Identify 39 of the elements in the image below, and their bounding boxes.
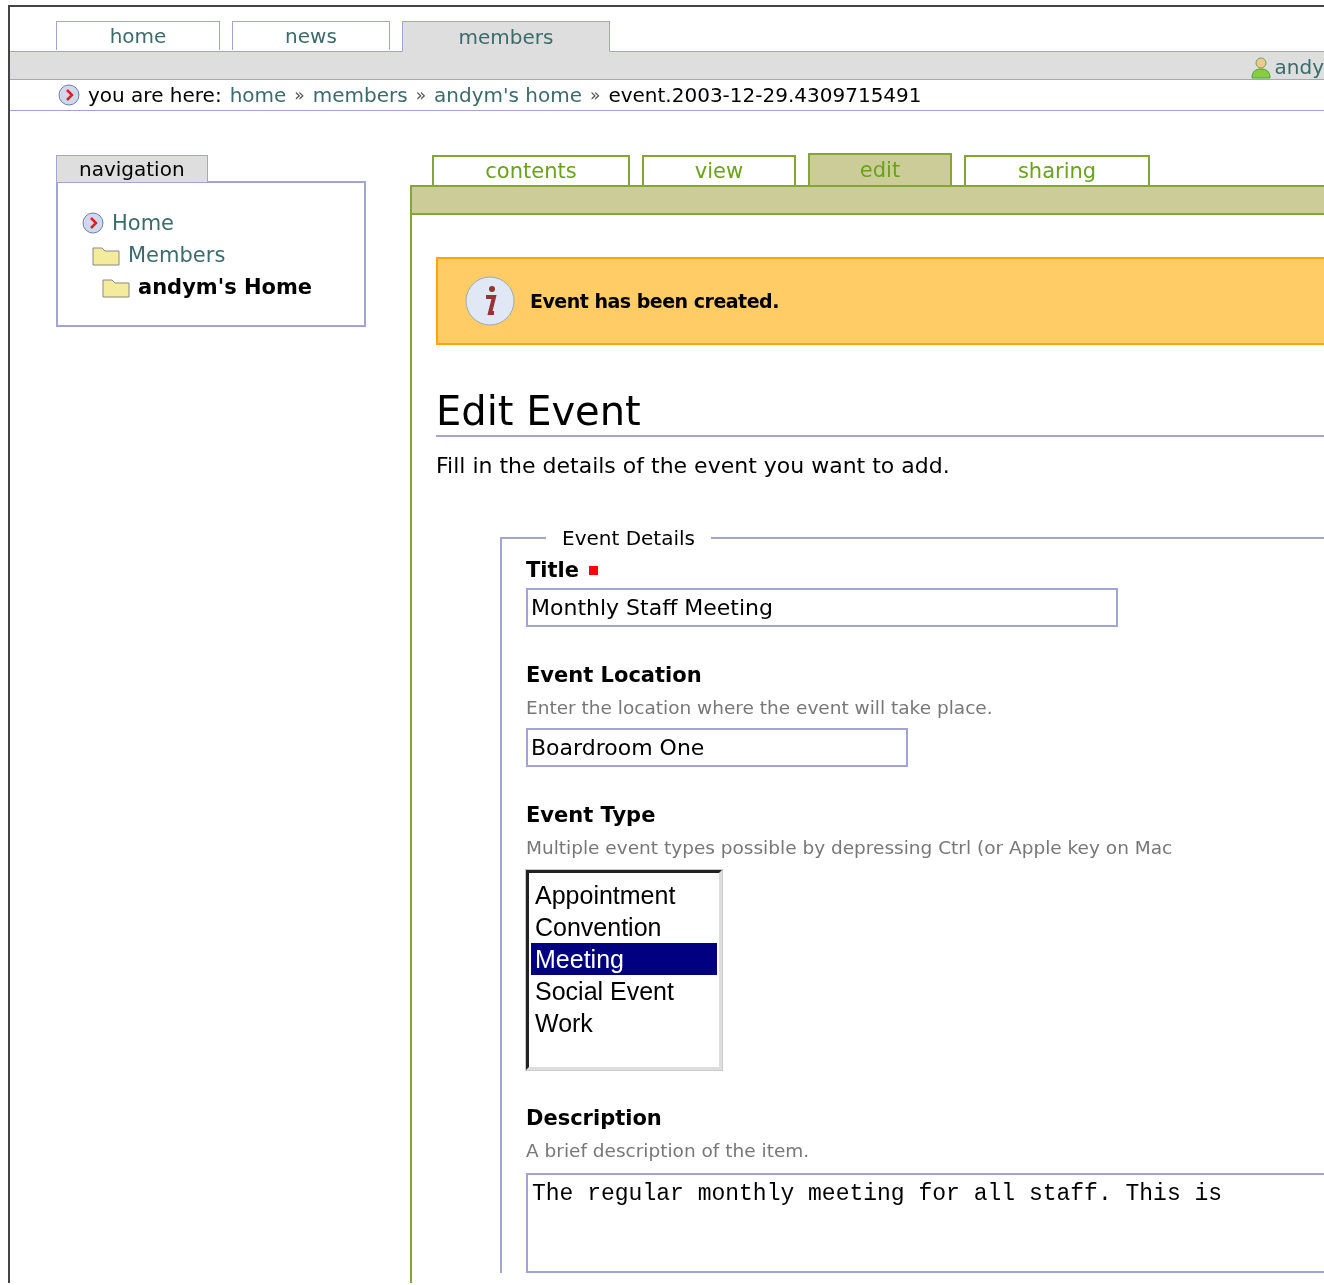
page-heading: Edit Event	[436, 389, 1324, 437]
folder-icon	[92, 244, 120, 266]
top-tab[interactable]: members	[402, 21, 610, 52]
info-icon	[464, 275, 516, 327]
message-text: Event has been created.	[530, 290, 779, 312]
text-field[interactable]: Monthly Staff Meeting	[526, 588, 1118, 627]
folder-icon	[102, 276, 130, 298]
breadcrumb-item[interactable]: members	[312, 83, 408, 107]
nav-item[interactable]: Home	[82, 207, 364, 239]
field-label: Description	[526, 1106, 663, 1130]
breadcrumb-item[interactable]: event.2003-12-29.4309715491	[608, 83, 922, 107]
intro-text: Fill in the details of the event you want to add.	[436, 453, 951, 478]
breadcrumb-separator: »	[415, 85, 427, 105]
breadcrumb-separator: »	[294, 85, 305, 105]
help-text: A brief description of the item.	[526, 1140, 811, 1161]
breadcrumb-item[interactable]: home	[229, 83, 287, 107]
description-field[interactable]: The regular monthly meeting for all staff. This is	[526, 1173, 1324, 1273]
breadcrumb-separator: »	[590, 85, 601, 105]
top-tab[interactable]: home	[56, 21, 220, 50]
list-option[interactable]: Meeting	[531, 943, 717, 975]
arrow-circle-icon	[58, 84, 80, 106]
breadcrumb-label: you are here:	[88, 83, 222, 107]
user-icon	[1248, 55, 1273, 79]
field-label: Event Type	[526, 803, 657, 827]
top-tab[interactable]: news	[232, 21, 390, 50]
user-link[interactable]: andy	[1248, 55, 1324, 79]
text-field[interactable]: Boardroom One	[526, 728, 908, 767]
breadcrumb-item[interactable]: andym's home	[434, 83, 582, 107]
fieldset-legend: Event Details	[546, 526, 711, 550]
nav-item[interactable]: Members	[92, 239, 364, 271]
navigation-title: navigation	[56, 155, 208, 182]
required-icon	[589, 565, 598, 575]
nav-item[interactable]: andym's Home	[102, 271, 364, 303]
help-text: Enter the location where the event will take place.	[526, 697, 994, 718]
arrow-circle-icon	[82, 212, 104, 234]
field-label: Event Location	[526, 663, 703, 687]
help-text: Multiple event types possible by depressing Ctrl (or Apple key on Mac	[526, 837, 1174, 858]
event-type-list[interactable]: Appointment Convention Meeting Social Event Work	[526, 870, 722, 1070]
field-label: Title	[526, 558, 1324, 582]
